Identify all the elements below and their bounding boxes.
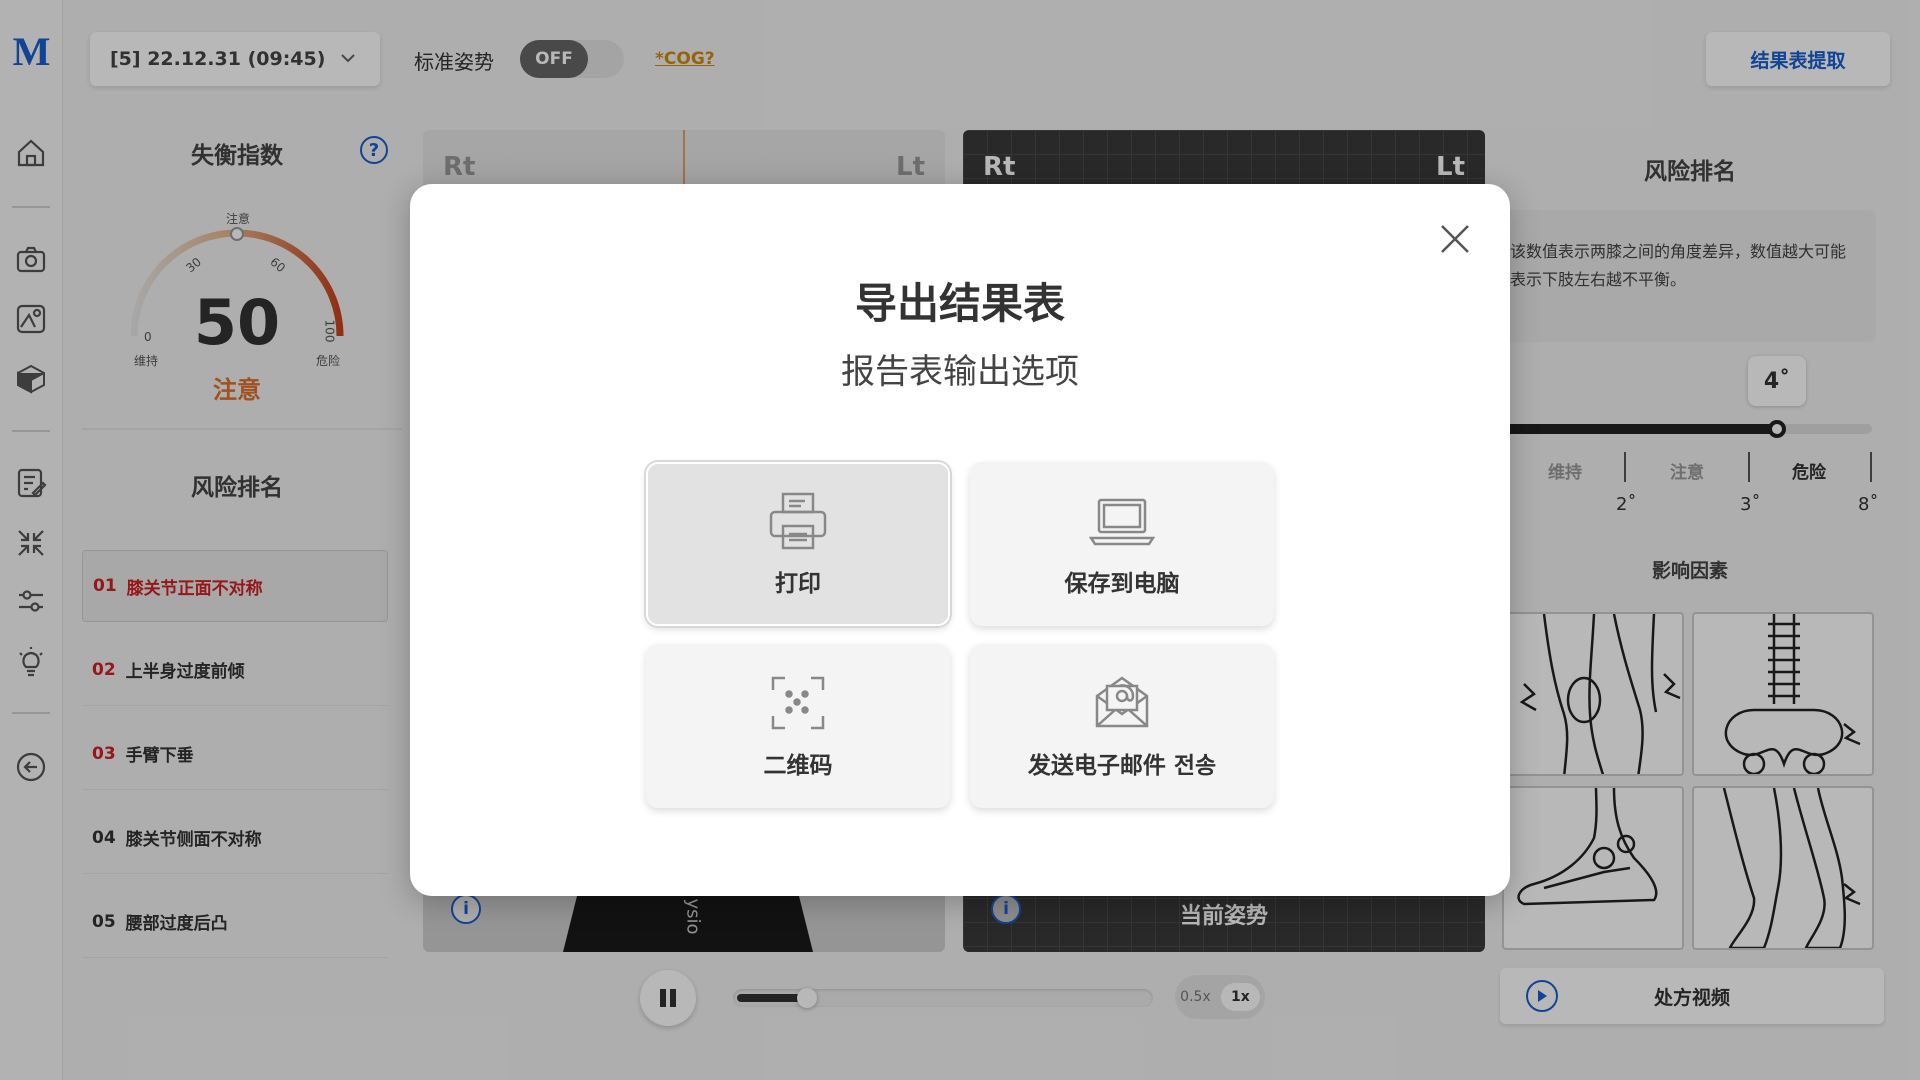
email-icon [1091,672,1153,734]
email-option-label: 发送电子邮件 전송 [1027,753,1217,779]
print-option-button[interactable]: 打印 [646,462,950,626]
close-icon [1441,225,1469,253]
laptop-icon [1089,490,1155,552]
qr-option-label: 二维码 [763,753,833,779]
dialog-subtitle: 报告表输出选项 [841,352,1079,392]
qr-code-option-button[interactable]: 二维码 [646,644,950,808]
print-option-label: 打印 [775,571,821,597]
save-to-computer-option-button[interactable]: 保存到电脑 [970,462,1274,626]
send-email-option-button[interactable]: 发送电子邮件 전송 [970,644,1274,808]
save-option-label: 保存到电脑 [1064,571,1180,597]
export-results-dialog: 导出结果表 报告表输出选项 打印 保存到电脑 二维码 发送电子邮件 전송 [410,184,1510,896]
qr-scan-icon [767,672,829,734]
dialog-title: 导出结果表 [854,279,1065,328]
printer-icon [767,490,829,552]
close-button[interactable] [1434,218,1476,260]
